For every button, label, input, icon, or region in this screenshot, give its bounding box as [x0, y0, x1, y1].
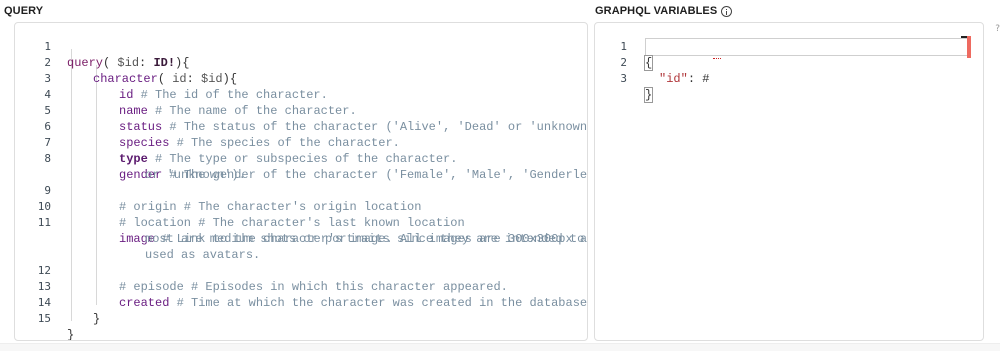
query-editor-panel[interactable]: 1 query( $id: ID!){ 2 character( id: $id…	[14, 22, 588, 341]
code-line: 6 species # The species of the character…	[15, 103, 587, 150]
code-line: 9 # origin # The character's origin loca…	[15, 167, 587, 214]
info-circle-icon[interactable]	[721, 5, 733, 17]
variables-section-title: GRAPHQL VARIABLES	[595, 5, 733, 17]
code-line: 1 query( $id: ID!){	[15, 23, 587, 70]
code-line: 3 }	[595, 55, 983, 103]
code-line: 8 gender # The gender of the character (…	[15, 135, 587, 182]
code-line-wrap: used as avatars.	[145, 248, 261, 262]
variables-editor[interactable]: 1 { 2 "id": # 3 }	[595, 23, 983, 340]
code-line-wrap: most are medium shots or portraits since…	[145, 232, 588, 246]
code-line: 7 type # The type or subspecies of the c…	[15, 119, 587, 166]
line-number: 15	[37, 312, 51, 325]
code-line: 12 # episode # Episodes in which this ch…	[15, 247, 587, 294]
variables-editor-panel[interactable]: 1 { 2 "id": # 3 }	[594, 22, 984, 341]
query-editor[interactable]: 1 query( $id: ID!){ 2 character( id: $id…	[15, 23, 587, 340]
query-section-title: QUERY	[4, 5, 44, 17]
variables-title-text: GRAPHQL VARIABLES	[595, 5, 718, 17]
code-line: 1 {	[595, 23, 983, 71]
code-line: 2 "id": #	[595, 39, 983, 86]
code-line-wrap: or 'unknown').	[145, 168, 246, 182]
matching-bracket: }	[643, 87, 654, 103]
code-line: 5 status # The status of the character (…	[15, 87, 587, 134]
bottom-bar	[0, 343, 1000, 351]
code-line: 11 image # Link to the character's image…	[15, 199, 587, 246]
line-number: 3	[620, 72, 627, 85]
scroll-indicator: ?	[995, 24, 1000, 34]
code-line: 4 name # The name of the character.	[15, 71, 587, 118]
code-line: 15 }	[15, 295, 587, 340]
code-line: 14 }	[15, 279, 587, 326]
code-line: 3 id # The id of the character.	[15, 55, 587, 102]
code-line: 2 character( id: $id){	[15, 39, 587, 86]
code-line: 10 # location # The character's last kno…	[15, 183, 587, 230]
code-line: 13 created # Time at which the character…	[15, 263, 587, 310]
